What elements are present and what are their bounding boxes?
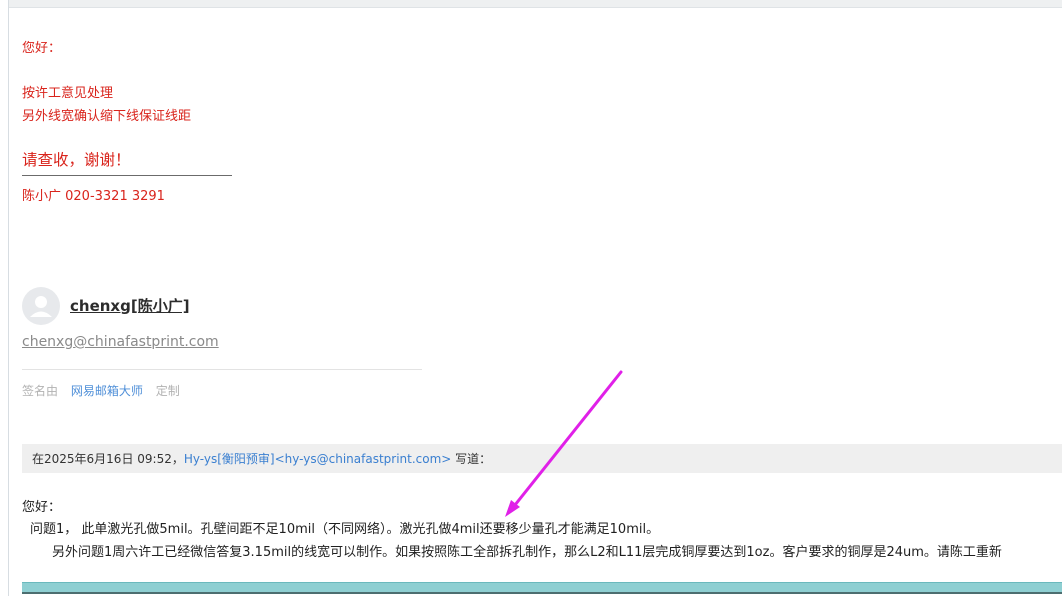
signature-separator	[22, 175, 232, 176]
reply-line-1: 按许工意见处理	[22, 86, 114, 101]
signature-meta: 签名由 网易邮箱大师 定制	[22, 382, 189, 399]
quote-header-suffix: 写道：	[451, 452, 492, 466]
pane-top-band	[9, 0, 1062, 8]
signature-card-divider	[22, 369, 422, 370]
signature-email-link[interactable]: chenxg@chinafastprint.com	[22, 334, 219, 350]
reply-contact: 陈小广 020-3321 3291	[22, 189, 165, 204]
customize-link[interactable]: 定制	[156, 384, 180, 398]
email-reading-pane: 您好： 按许工意见处理 另外线宽确认缩下线保证线距 请查收，谢谢！ 陈小广 02…	[0, 0, 1062, 596]
quote-header-date: 在2025年6月16日 09:52，	[32, 452, 184, 466]
quote-sender-link[interactable]: Hy-ys[衡阳预审]<hy-ys@chinafastprint.com>	[184, 452, 452, 466]
quoted-paragraph-2: 另外问题1周六许工已经微信答复3.15mil的线宽可以制作。如果按照陈工全部拆孔…	[52, 545, 1002, 560]
reply-greeting: 您好：	[22, 41, 62, 56]
signature-name[interactable]: chenxg[陈小广]	[70, 295, 190, 316]
quoted-content-bar-edge	[22, 592, 1062, 594]
user-avatar-icon	[22, 287, 60, 325]
mail-master-link[interactable]: 网易邮箱大师	[71, 384, 143, 398]
reply-line-2: 另外线宽确认缩下线保证线距	[22, 109, 192, 124]
pane-left-border	[8, 0, 9, 596]
quoted-content-bar	[22, 582, 1062, 592]
reply-thanks: 请查收，谢谢！	[22, 151, 131, 169]
quote-header: 在2025年6月16日 09:52，Hy-ys[衡阳预审]<hy-ys@chin…	[22, 444, 1062, 473]
signed-by-label: 签名由	[22, 384, 59, 398]
quoted-paragraph-1: 问题1， 此单激光孔做5mil。孔壁间距不足10mil（不同网络）。激光孔做4m…	[30, 522, 660, 537]
quoted-greeting: 您好：	[22, 500, 62, 515]
